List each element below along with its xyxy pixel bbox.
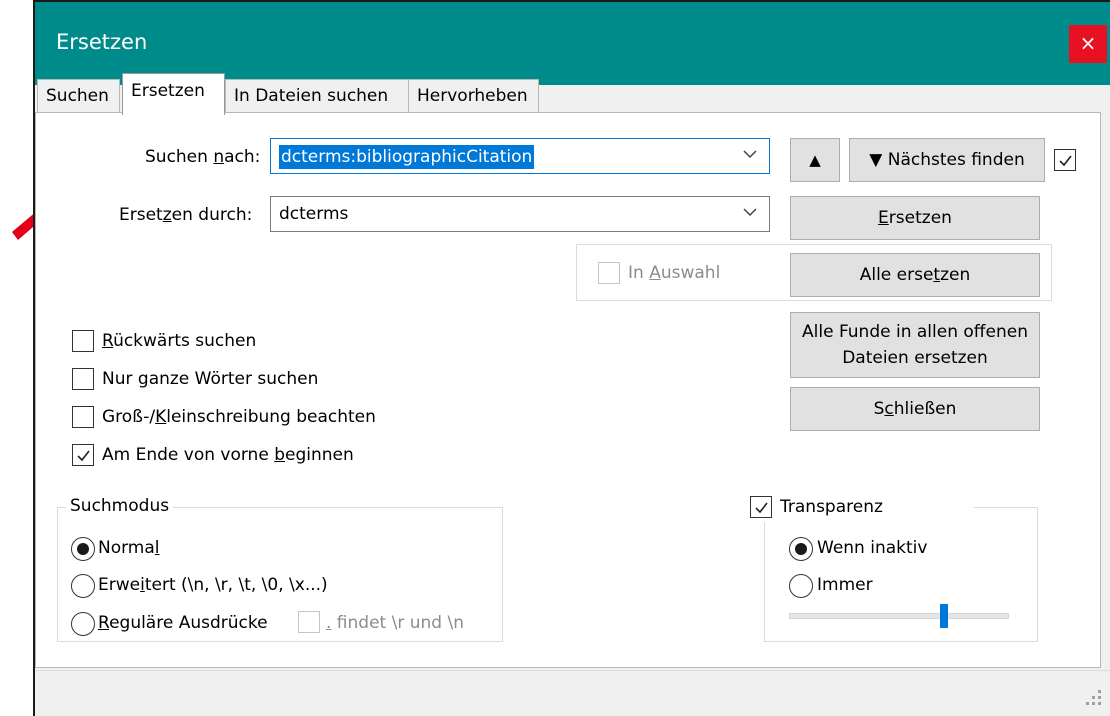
- whole-words-label: Nur ganze Wörter suchen: [102, 369, 319, 389]
- regex-label: Reguläre Ausdrücke: [98, 613, 268, 633]
- checkmark-icon: [77, 450, 90, 462]
- find-next-option-checkbox[interactable]: [1054, 149, 1076, 171]
- search-mode-title: Suchmodus: [66, 496, 174, 516]
- radio-dot: [795, 543, 807, 555]
- find-next-button[interactable]: ▼ Nächstes finden: [849, 138, 1045, 182]
- chevron-down-icon[interactable]: [741, 203, 759, 221]
- backward-label: Rückwärts suchen: [102, 331, 257, 351]
- when-inactive-label: Wenn inaktiv: [817, 538, 928, 558]
- replace-button[interactable]: Ersetzen: [790, 196, 1040, 240]
- replace-all-open-files-button[interactable]: Alle Funde in allen offenen Dateien erset…: [790, 312, 1040, 378]
- replace-label: Ersetzen durch:: [119, 205, 253, 225]
- always-radio[interactable]: [789, 574, 813, 598]
- tab-hervorheben[interactable]: Hervorheben: [408, 79, 539, 113]
- match-case-checkbox[interactable]: [72, 406, 94, 428]
- close-button[interactable]: ×: [1069, 25, 1107, 63]
- whole-words-checkbox[interactable]: [72, 368, 94, 390]
- search-input[interactable]: dcterms:bibliographicCitation: [279, 145, 535, 169]
- normal-radio[interactable]: [71, 537, 95, 561]
- transparency-title: Transparenz: [780, 497, 883, 517]
- extended-radio[interactable]: [71, 574, 95, 598]
- checkmark-icon: [755, 502, 768, 514]
- when-inactive-radio[interactable]: [789, 537, 813, 561]
- window-title: Ersetzen: [56, 30, 148, 54]
- match-case-label: Groß-/Kleinschreibung beachten: [102, 407, 376, 427]
- chevron-down-icon[interactable]: [741, 145, 759, 163]
- backward-checkbox[interactable]: [72, 330, 94, 352]
- always-label: Immer: [817, 575, 873, 595]
- replace-combo[interactable]: [270, 196, 770, 232]
- tab-ersetzen[interactable]: Ersetzen: [122, 73, 225, 115]
- in-selection-label: In Auswahl: [628, 263, 721, 283]
- find-previous-button[interactable]: ▲: [790, 138, 840, 182]
- transparency-slider-track[interactable]: [789, 613, 1009, 619]
- close-dialog-button[interactable]: Schließen: [790, 387, 1040, 431]
- wrap-around-checkbox[interactable]: [72, 444, 94, 466]
- transparency-slider-thumb[interactable]: [939, 604, 948, 628]
- dot-newline-label: . findet \r und \n: [326, 613, 464, 633]
- search-label: Suchen nach:: [145, 147, 261, 167]
- normal-label: Normal: [98, 538, 160, 558]
- wrap-around-label: Am Ende von vorne beginnen: [102, 445, 354, 465]
- replace-all-button[interactable]: Alle ersetzen: [790, 253, 1040, 297]
- regex-radio[interactable]: [71, 612, 95, 636]
- replace-input[interactable]: [279, 202, 719, 226]
- radio-dot: [77, 543, 89, 555]
- dot-newline-checkbox[interactable]: [298, 611, 320, 633]
- in-selection-checkbox[interactable]: [598, 262, 620, 284]
- tab-in-dateien-suchen[interactable]: In Dateien suchen: [225, 79, 409, 113]
- checkmark-icon: [1059, 155, 1072, 167]
- resize-grip-icon[interactable]: [1082, 686, 1104, 708]
- transparency-checkbox[interactable]: [750, 496, 772, 518]
- search-combo[interactable]: dcterms:bibliographicCitation: [270, 138, 770, 174]
- status-bar: [35, 670, 1110, 716]
- tab-suchen[interactable]: Suchen: [37, 79, 120, 113]
- extended-label: Erweitert (\n, \r, \t, \0, \x...): [98, 575, 328, 595]
